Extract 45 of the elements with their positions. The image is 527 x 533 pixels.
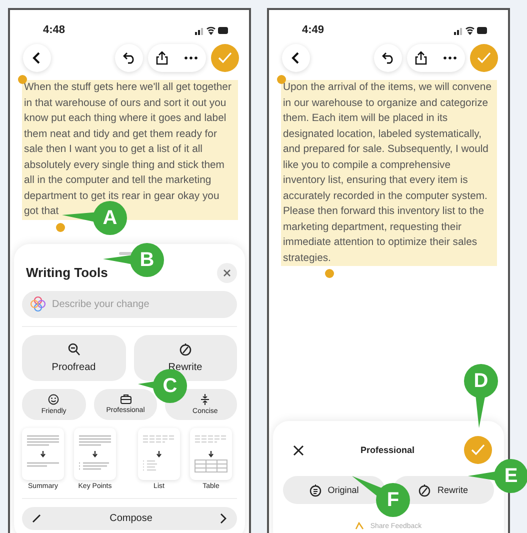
checkmark-icon bbox=[477, 52, 491, 64]
status-time: 4:49 bbox=[302, 24, 324, 36]
selection-handle[interactable] bbox=[325, 269, 334, 278]
undo-icon bbox=[122, 52, 136, 64]
back-icon bbox=[32, 52, 42, 64]
panel-title: Writing Tools bbox=[26, 265, 108, 280]
close-icon bbox=[223, 268, 231, 276]
document-preview-icon bbox=[74, 428, 116, 480]
back-button[interactable] bbox=[23, 44, 51, 72]
original-icon bbox=[308, 484, 322, 496]
briefcase-icon bbox=[120, 394, 132, 404]
compress-icon bbox=[200, 394, 210, 404]
panel-title: Professional bbox=[360, 445, 415, 455]
tool-button[interactable]: Proofread bbox=[22, 334, 126, 380]
chevron-right-icon bbox=[220, 512, 227, 524]
pencil-icon bbox=[32, 513, 42, 523]
magnifier-icon bbox=[68, 342, 80, 356]
describe-field[interactable]: Describe your change bbox=[22, 290, 237, 318]
close-icon bbox=[292, 444, 304, 456]
status-icons bbox=[454, 26, 488, 34]
share-icon[interactable] bbox=[156, 51, 168, 65]
document-preview-icon bbox=[190, 428, 232, 480]
status-icons bbox=[195, 26, 229, 34]
undo-icon bbox=[382, 52, 394, 64]
document-preview-icon bbox=[22, 428, 64, 480]
back-button[interactable] bbox=[282, 44, 310, 72]
status-time: 4:48 bbox=[43, 24, 66, 36]
selected-text: Upon the arrival of the items, we will convene in our warehouse to organize and categorize them. Each item will be placed in its designated location, labeled systematically, and prepared for sale. Subsequently, I would like you to compile a comprehensive inventory list, ensuring that every item is accurately recorded in the computer system. Please then forward this inventory list to the marketing department, requesting their immediate attention to optimize their sales strategies. bbox=[281, 80, 497, 266]
back-icon bbox=[291, 52, 301, 64]
more-icon[interactable] bbox=[184, 56, 198, 60]
more-icon[interactable] bbox=[443, 56, 457, 60]
rewrite-icon bbox=[178, 342, 192, 356]
undo-button[interactable] bbox=[115, 44, 143, 72]
rewrite-icon bbox=[418, 484, 432, 496]
checkmark-icon bbox=[471, 444, 485, 456]
smiley-icon bbox=[48, 394, 60, 404]
selection-handle[interactable] bbox=[56, 222, 65, 232]
compose-button[interactable]: Compose bbox=[22, 506, 237, 530]
selection-handle[interactable] bbox=[18, 75, 27, 84]
checkmark-icon bbox=[218, 52, 232, 64]
undo-button[interactable] bbox=[374, 44, 402, 72]
selection-handle[interactable] bbox=[277, 75, 286, 84]
share-icon[interactable] bbox=[415, 51, 427, 65]
document-preview-icon bbox=[138, 428, 180, 480]
result-button[interactable]: Original bbox=[283, 476, 384, 504]
